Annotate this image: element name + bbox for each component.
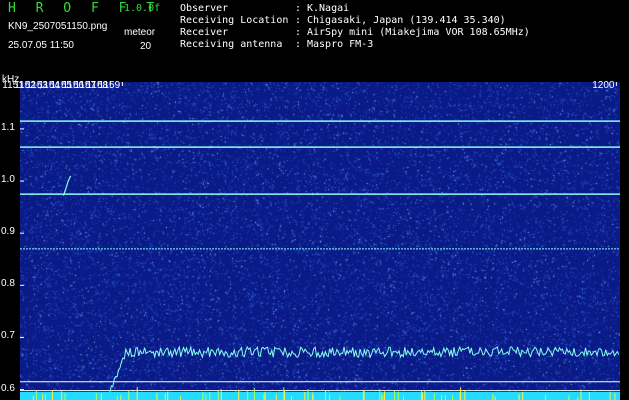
meteor-detection-tick xyxy=(209,392,211,400)
info-row-location: Receiving Location: Chigasaki, Japan (139… xyxy=(180,15,506,26)
y-tick-label: 0.9 xyxy=(1,226,15,238)
meteor-detection-tick xyxy=(329,394,331,400)
meteor-detection-tick xyxy=(312,392,314,400)
meteor-detection-tick xyxy=(263,393,265,400)
meteor-detection-tick xyxy=(397,391,399,400)
y-tick-label: 0.6 xyxy=(1,382,15,394)
meteor-detection-tick xyxy=(42,393,44,400)
meteor-detection-tick xyxy=(339,395,341,400)
info-value: K.Nagai xyxy=(307,3,350,14)
meteor-detection-tick xyxy=(284,391,286,400)
info-key: Receiving antenna xyxy=(180,39,283,50)
y-tick-label: 1.0 xyxy=(1,174,15,186)
meteor-detection-tick xyxy=(291,396,293,400)
meteor-detection-tick xyxy=(494,396,496,400)
capture-datetime: 25.07.05 11:50 xyxy=(8,40,74,51)
meteor-detection-tick xyxy=(403,395,405,400)
meteor-detection-tick xyxy=(433,393,435,400)
meteor-detection-tick xyxy=(545,394,547,400)
meteor-detection-tick xyxy=(609,391,611,400)
meteor-detection-tick xyxy=(464,389,466,400)
info-key: Receiver xyxy=(180,27,229,38)
info-value: AirSpy mini (Miakejima VOR 108.65MHz) xyxy=(307,27,530,38)
meteor-detection-tick xyxy=(492,394,494,400)
meteor-detection-tick xyxy=(35,390,37,400)
meteor-detection-tick xyxy=(220,389,222,400)
spectrogram-overlay xyxy=(20,82,620,400)
meteor-detection-tick xyxy=(202,392,204,400)
meteor-detection-tick xyxy=(518,394,520,400)
meteor-label: meteor xyxy=(124,27,156,38)
meteor-detection-tick xyxy=(275,394,277,400)
meteor-detection-tick xyxy=(61,391,63,400)
meteor-detection-tick xyxy=(116,395,118,400)
info-value: Maspro FM-3 xyxy=(307,39,374,50)
y-tick-label: 0.7 xyxy=(1,330,15,342)
meteor-detection-tick xyxy=(264,391,266,400)
info-row-receiver: Receiver: AirSpy mini (Miakejima VOR 108.… xyxy=(180,27,530,38)
meteor-detection-tick xyxy=(324,390,326,400)
meteor-detection-tick xyxy=(156,392,158,400)
meteor-detection-tick xyxy=(394,390,396,400)
meteor-detection-tick xyxy=(379,389,381,400)
meteor-detection-tick xyxy=(100,393,102,400)
info-row-antenna: Receiving antenna: Maspro FM-3 xyxy=(180,39,374,50)
info-row-observer: Observer: K.Nagai xyxy=(180,3,350,14)
meteor-detection-tick xyxy=(588,392,590,400)
hrofft-window: H R O F F T 1.0.0f KN9_2507051150.png 25… xyxy=(0,0,629,400)
meteor-count: 20 xyxy=(140,41,152,52)
info-value: Chigasaki, Japan (139.414 35.340) xyxy=(307,15,506,26)
meteor-detection-tick xyxy=(580,389,582,400)
meteor-detection-tick xyxy=(362,391,364,400)
meteor-detection-tick xyxy=(421,392,423,400)
meteor-detection-tick xyxy=(384,391,386,400)
info-key: Receiving Location xyxy=(180,15,289,26)
meteor-detection-tick xyxy=(247,391,249,400)
meteor-detection-tick xyxy=(381,393,383,400)
x-tick-label: 1200 xyxy=(592,80,615,91)
meteor-detection-tick xyxy=(441,395,443,400)
bottom-detection-band xyxy=(20,392,620,400)
meteor-detection-tick xyxy=(253,388,255,400)
meteor-detection-tick xyxy=(452,395,454,400)
meteor-detection-tick xyxy=(217,390,219,400)
meteor-echo-trace xyxy=(62,175,72,196)
info-key: Observer xyxy=(180,3,229,14)
x-tick-label: 1159 xyxy=(98,80,121,91)
meteor-detection-tick xyxy=(179,396,181,400)
meteor-detection-tick xyxy=(128,391,130,400)
meteor-detection-tick xyxy=(64,392,66,400)
meteor-detection-tick xyxy=(51,390,53,400)
meteor-detection-tick xyxy=(614,393,616,400)
meteor-detection-tick xyxy=(136,387,138,400)
y-tick-label: 0.8 xyxy=(1,278,15,290)
meteor-detection-tick xyxy=(522,391,524,400)
meteor-detection-tick xyxy=(424,390,426,400)
meteor-detection-tick xyxy=(32,395,34,400)
meteor-detection-tick xyxy=(445,394,447,400)
meteor-detection-tick xyxy=(420,391,422,400)
meteor-detection-tick xyxy=(205,393,207,400)
y-tick-label: 1.1 xyxy=(1,121,15,133)
meteor-detection-tick xyxy=(164,393,166,400)
meteor-detection-tick xyxy=(120,395,122,400)
meteor-detection-tick xyxy=(95,393,97,400)
meteor-detection-tick xyxy=(382,395,384,400)
meteor-detection-tick xyxy=(459,392,461,400)
app-version: 1.0.0f xyxy=(124,3,161,14)
meteor-detection-tick xyxy=(568,395,570,400)
meteor-detection-tick xyxy=(304,391,306,400)
meteor-detection-tick xyxy=(167,391,169,400)
drifting-signal-trace xyxy=(97,345,620,399)
meteor-detection-tick xyxy=(44,393,46,400)
image-filename: KN9_2507051150.png xyxy=(8,21,108,32)
meteor-detection-tick xyxy=(307,389,309,400)
spectrogram-plot xyxy=(20,82,620,400)
meteor-detection-tick xyxy=(238,389,240,400)
